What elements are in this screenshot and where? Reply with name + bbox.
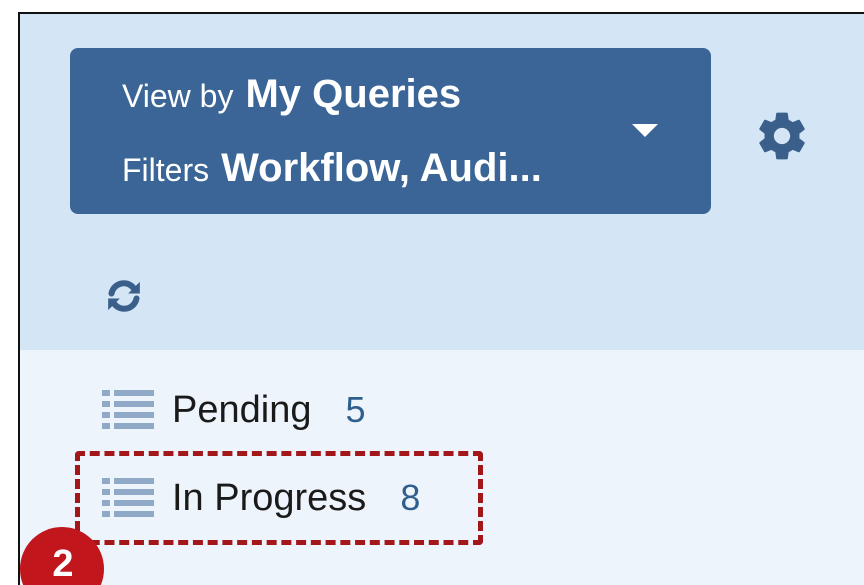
queries-panel: View by My Queries Filters Workflow, Audi.… <box>18 12 864 585</box>
gear-icon[interactable] <box>754 108 810 164</box>
list-icon <box>102 390 154 429</box>
view-by-dropdown-button[interactable]: View by My Queries Filters Workflow, Audi.… <box>70 48 711 214</box>
list-item-pending[interactable]: Pending 5 <box>102 380 366 440</box>
filters-label: Filters <box>122 152 210 188</box>
view-by-row: View by My Queries <box>122 72 461 117</box>
chevron-down-icon <box>632 124 658 137</box>
list-item-count: 5 <box>345 389 366 430</box>
refresh-icon[interactable] <box>104 276 144 316</box>
highlight-box <box>75 451 483 545</box>
filters-row: Filters Workflow, Audi... <box>122 146 542 191</box>
panel-header: View by My Queries Filters Workflow, Audi.… <box>20 14 864 350</box>
view-by-value: My Queries <box>245 72 462 116</box>
view-by-label: View by <box>122 78 234 114</box>
filters-value: Workflow, Audi... <box>221 146 542 190</box>
list-item-label: Pending <box>172 388 312 431</box>
